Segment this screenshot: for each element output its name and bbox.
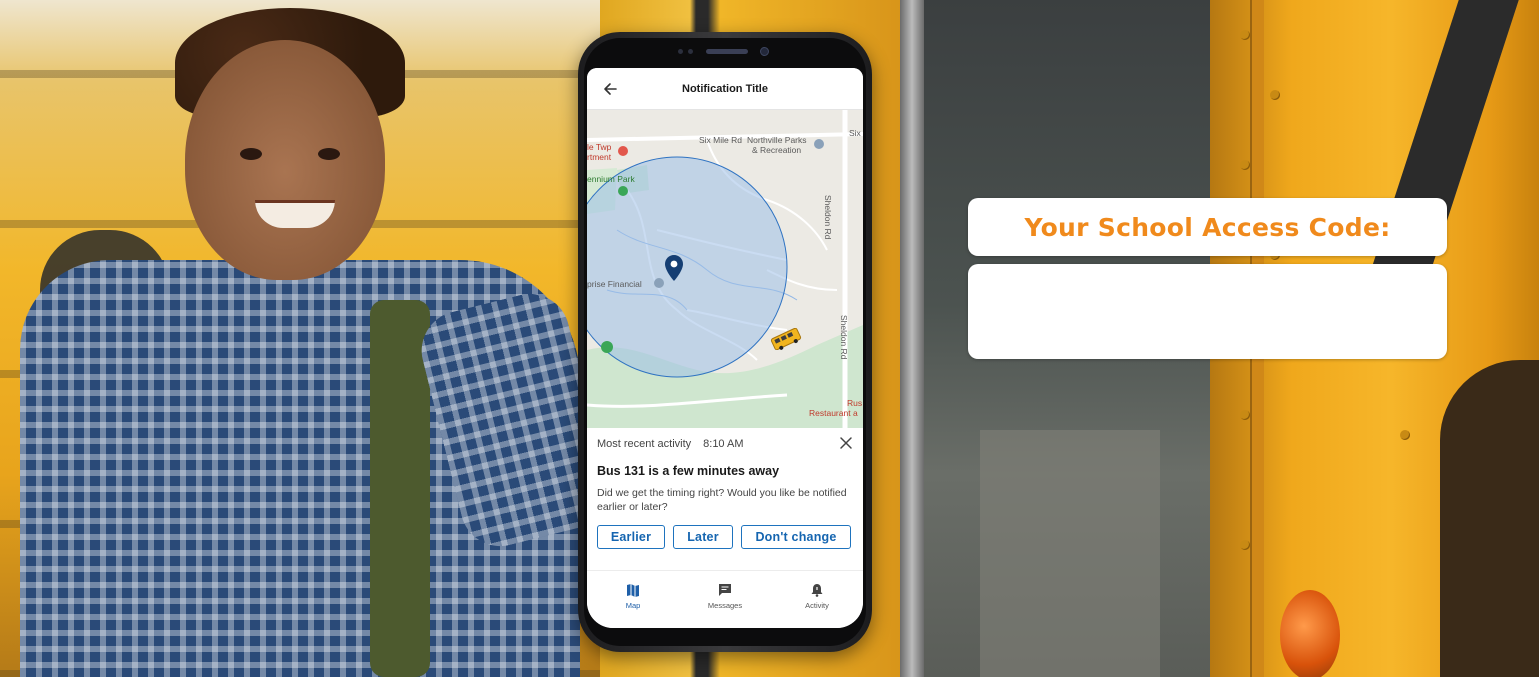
- bell-icon: [811, 584, 823, 597]
- tab-messages[interactable]: Messages: [690, 583, 760, 610]
- map-label: & Recreation: [752, 145, 802, 155]
- arrow-left-icon[interactable]: [601, 80, 619, 98]
- phone-screen: Notification Title Six Mile Rd Northvill…: [587, 68, 863, 628]
- sensor-icon: [688, 49, 693, 54]
- map-label: le Twp: [587, 142, 612, 152]
- later-button[interactable]: Later: [673, 525, 733, 549]
- map-icon: [627, 584, 639, 597]
- map-label: Northville Parks: [747, 135, 807, 145]
- tab-activity[interactable]: Activity: [782, 583, 852, 610]
- map-label: Sheldon Rd: [823, 195, 833, 240]
- activity-time: 8:10 AM: [703, 438, 744, 450]
- map-label: prise Financial: [587, 279, 642, 289]
- location-pin-icon[interactable]: [665, 255, 683, 281]
- front-camera-icon: [760, 47, 769, 56]
- map-canvas: [587, 110, 863, 428]
- map-label: ennium Park: [587, 174, 635, 184]
- access-code-input[interactable]: [968, 264, 1447, 359]
- map-view[interactable]: Six Mile Rd Northville Parks & Recreatio…: [587, 110, 863, 428]
- activity-sheet: Most recent activity 8:10 AM Bus 131 is …: [587, 428, 863, 568]
- access-code-title: Your School Access Code:: [1024, 212, 1391, 242]
- sensor-icon: [678, 49, 683, 54]
- map-label: Six: [849, 128, 861, 138]
- school-bus-icon[interactable]: [769, 328, 803, 350]
- tab-map[interactable]: Map: [598, 583, 668, 610]
- tab-label: Activity: [805, 601, 829, 610]
- bus-status-heading: Bus 131 is a few minutes away: [597, 464, 780, 478]
- map-label: Sheldon Rd: [839, 315, 849, 360]
- map-label: rtment: [587, 152, 612, 162]
- notification-title: Notification Title: [682, 82, 768, 95]
- earlier-button[interactable]: Earlier: [597, 525, 665, 549]
- map-label: Restaurant a: [809, 408, 858, 418]
- child-photo: [0, 0, 617, 677]
- dont-change-button[interactable]: Don't change: [741, 525, 851, 549]
- phone-mockup: Notification Title Six Mile Rd Northvill…: [578, 32, 872, 652]
- timing-button-row: Earlier Later Don't change: [597, 525, 853, 549]
- close-icon[interactable]: [839, 436, 853, 450]
- access-code-title-box: Your School Access Code:: [968, 198, 1447, 256]
- tab-label: Messages: [707, 601, 743, 610]
- recent-activity-row: Most recent activity 8:10 AM: [597, 438, 853, 450]
- recent-activity-label: Most recent activity: [597, 438, 692, 450]
- tab-label: Map: [625, 601, 641, 610]
- message-icon: [719, 584, 731, 596]
- app-header: Notification Title: [587, 68, 863, 110]
- timing-question: Did we get the timing right? Would you l…: [597, 487, 847, 513]
- bottom-tab-bar: Map Messages Activity: [587, 570, 863, 628]
- speaker-grille: [706, 49, 748, 54]
- map-label: Six Mile Rd: [699, 135, 742, 145]
- map-label: Rus: [847, 398, 863, 408]
